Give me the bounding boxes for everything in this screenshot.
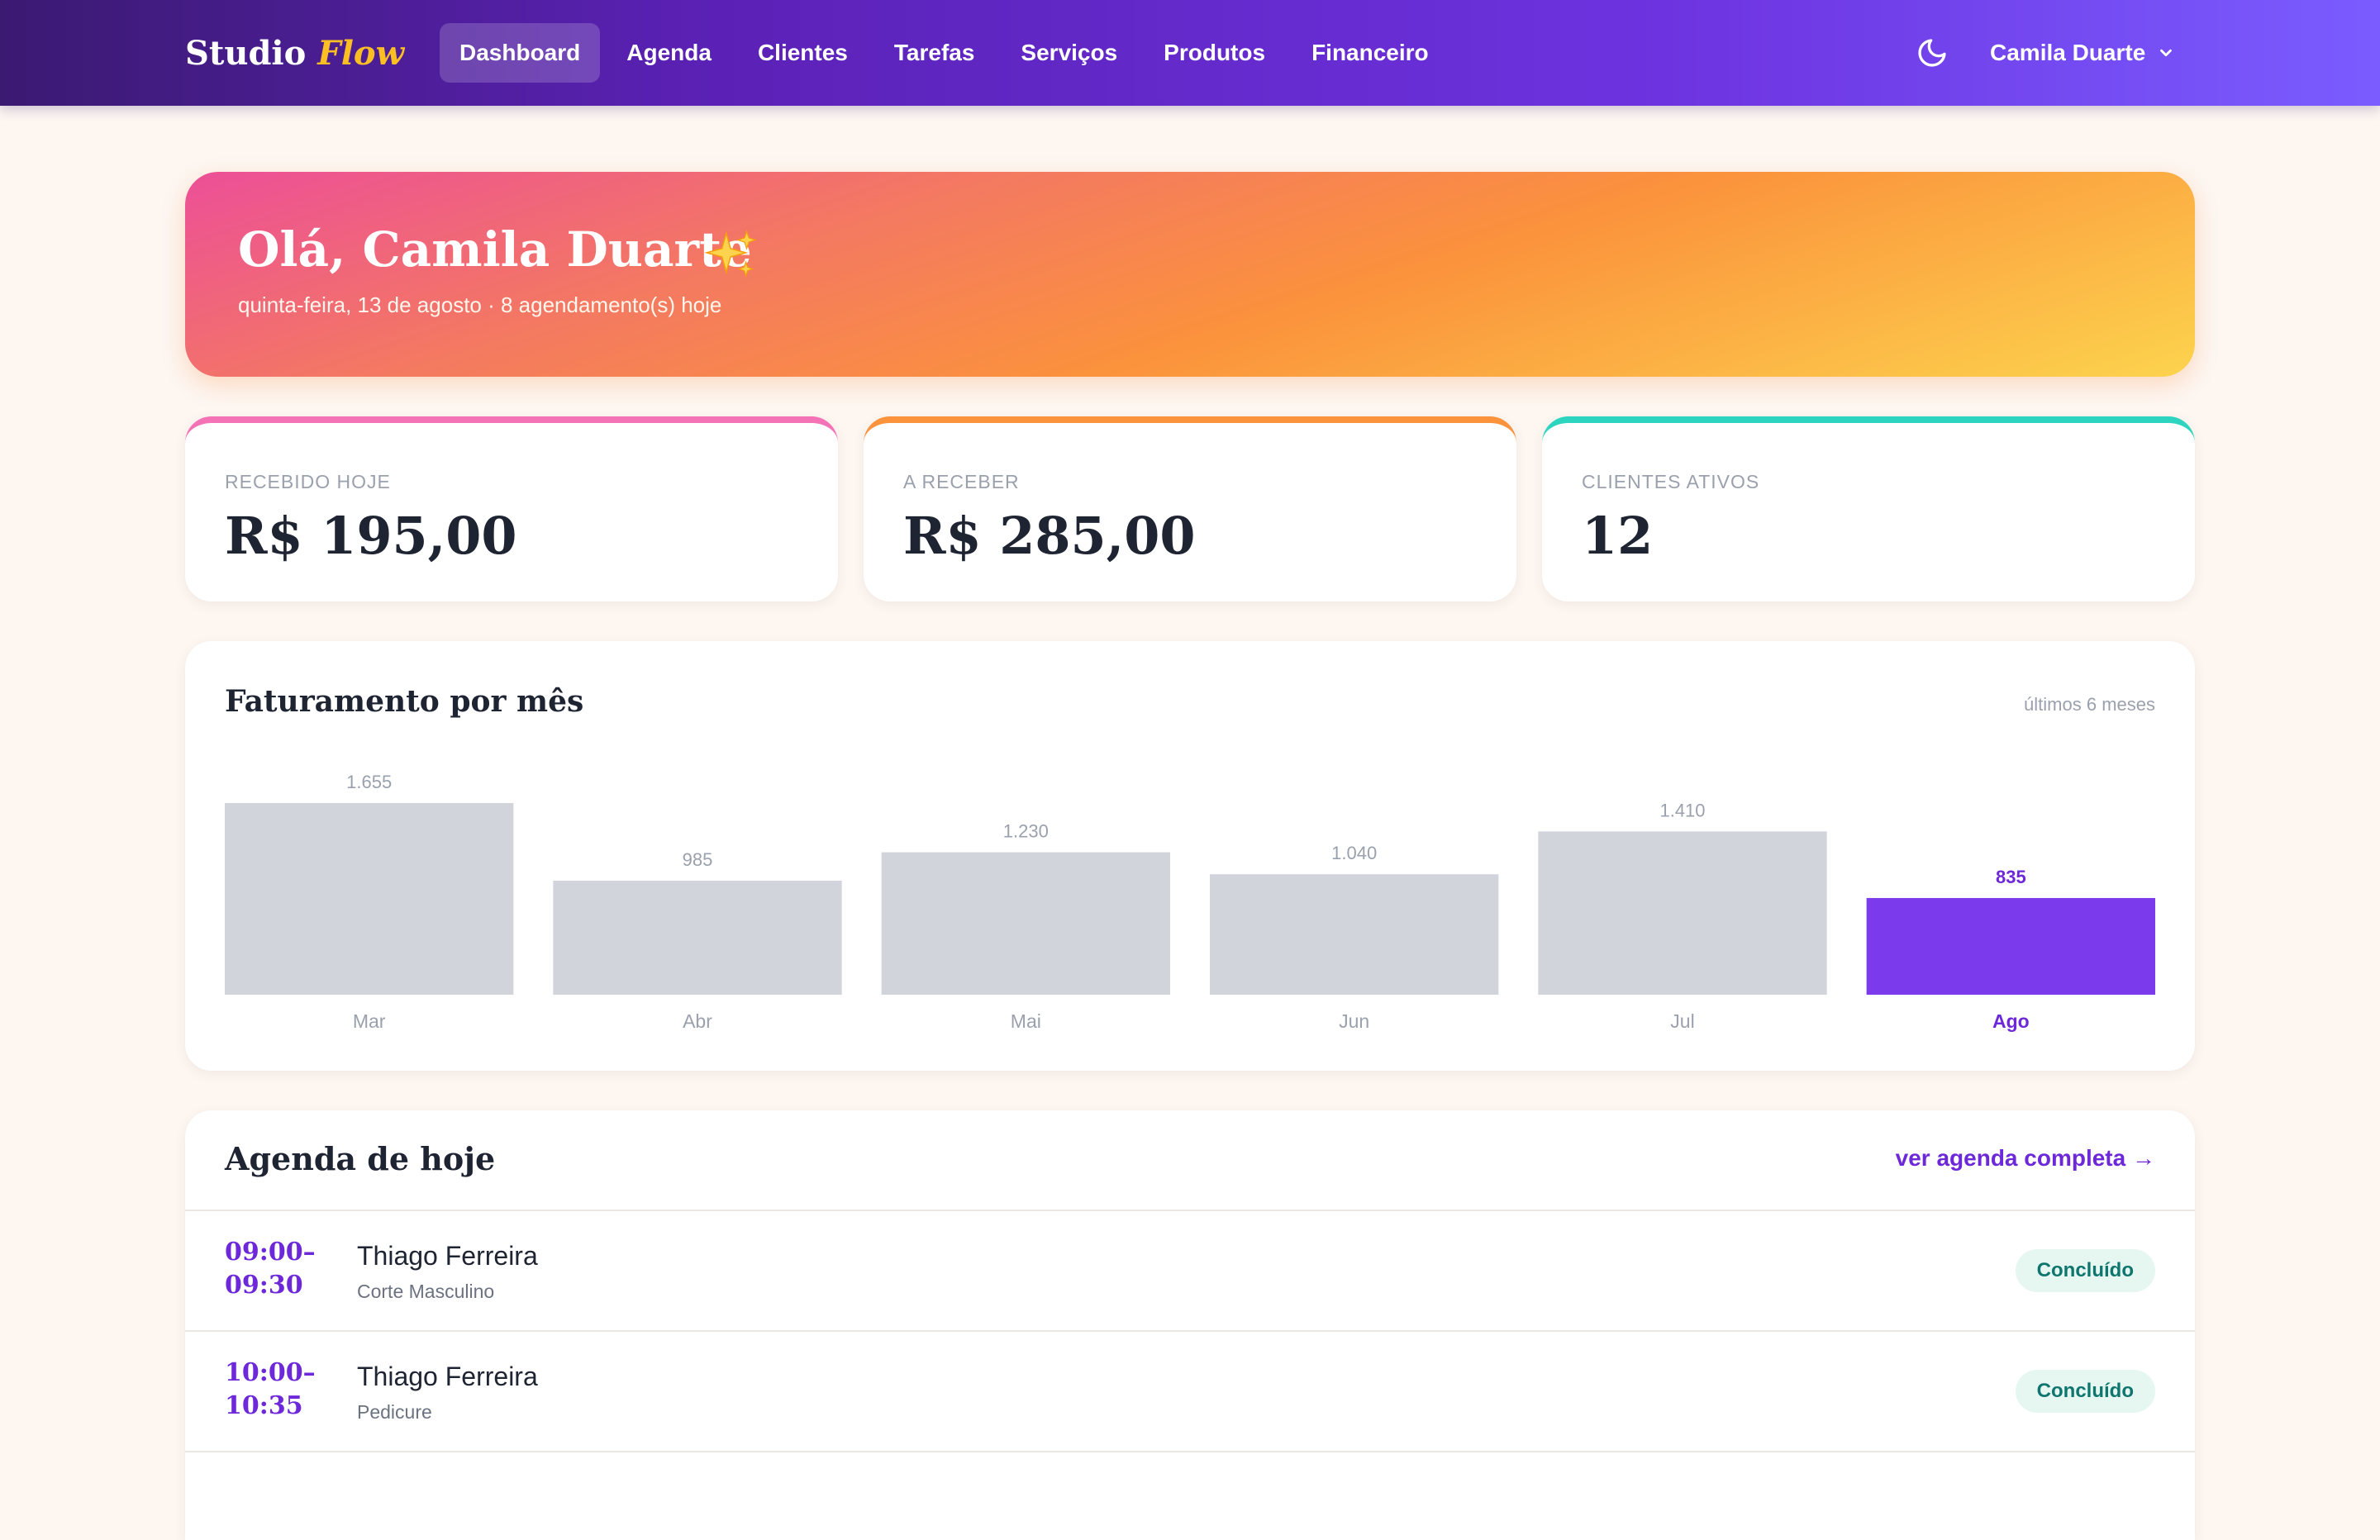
bar-jun (1210, 874, 1499, 995)
stat-card-receivable: A RECEBER R$ 285,00 (864, 416, 1516, 601)
x-tick-label: Jun (1339, 1010, 1369, 1032)
stat-card-received-today: RECEBIDO HOJE R$ 195,00 (185, 416, 838, 601)
bar-value-label: 1.410 (1659, 800, 1705, 820)
stat-label: CLIENTES ATIVOS (1582, 471, 1760, 492)
bar-ago (1866, 897, 2155, 995)
client-name: Thiago Ferreira (357, 1362, 538, 1391)
stat-value: 12 (1582, 506, 1654, 566)
bar-value-label: 1.230 (1003, 821, 1049, 842)
brand-accent: Flow (317, 33, 405, 73)
revenue-chart-card: Faturamento por mês últimos 6 meses 1.65… (185, 641, 2195, 1071)
bar-abr (553, 880, 842, 995)
status-badge: Concluído (2015, 1249, 2155, 1292)
nav-item-financeiro[interactable]: Financeiro (1292, 23, 1449, 83)
nav-item-agenda[interactable]: Agenda (607, 23, 731, 83)
x-tick-label: Jul (1670, 1010, 1694, 1032)
today-agenda-card: Agenda de hoje ver agenda completa → 09:… (185, 1110, 2195, 1540)
stat-label: RECEBIDO HOJE (225, 471, 391, 492)
bar-value-label: 1.040 (1331, 843, 1377, 863)
stat-value: R$ 285,00 (903, 506, 1196, 566)
user-name: Camila Duarte (1990, 40, 2146, 65)
brand-name: Studio (185, 33, 307, 73)
bar-mar (225, 803, 514, 995)
bar-value-label: 985 (683, 849, 713, 870)
main-nav: Dashboard Agenda Clientes Tarefas Serviç… (440, 23, 1455, 83)
bar-jul (1538, 831, 1827, 995)
status-badge: Concluído (2015, 1370, 2155, 1413)
revenue-bar-chart: 1.655 Mar 985 Abr 1.230 Mai 1.040 Jun 1.410 Jul 83… (225, 772, 2155, 1032)
appointment-time: 09:00– 09:30 (225, 1236, 324, 1302)
agenda-item[interactable]: 10:00– 10:35 Thiago Ferreira Pedicure Co… (185, 1332, 2195, 1452)
welcome-title: Olá, Camila Duarte (238, 221, 752, 278)
view-full-agenda-link[interactable]: ver agenda completa → (1896, 1145, 2155, 1172)
nav-item-clientes[interactable]: Clientes (738, 23, 868, 83)
nav-item-servicos[interactable]: Serviços (1001, 23, 1137, 83)
appointment-start: 10:00– (225, 1358, 316, 1387)
x-tick-label: Mar (353, 1010, 386, 1032)
service-name: Pedicure (357, 1401, 432, 1423)
appointment-time: 10:00– 10:35 (225, 1357, 324, 1423)
x-tick-label: Ago (1992, 1010, 2030, 1032)
stat-value: R$ 195,00 (225, 506, 517, 566)
sparkles-icon (704, 230, 757, 278)
nav-item-tarefas[interactable]: Tarefas (874, 23, 995, 83)
welcome-banner: Olá, Camila Duarte quinta-feira, 13 de a… (185, 172, 2195, 377)
agenda-title: Agenda de hoje (225, 1140, 496, 1177)
user-menu[interactable]: Camila Duarte (1990, 30, 2175, 76)
nav-item-produtos[interactable]: Produtos (1144, 23, 1285, 83)
agenda-header: Agenda de hoje ver agenda completa → (185, 1110, 2195, 1211)
top-navbar: Studio Flow Dashboard Agenda Clientes Ta… (0, 0, 2380, 106)
x-tick-label: Abr (683, 1010, 712, 1032)
appointment-start: 09:00– (225, 1238, 316, 1267)
stat-label: A RECEBER (903, 471, 1020, 492)
moon-icon[interactable] (1916, 36, 1949, 69)
nav-item-dashboard[interactable]: Dashboard (440, 23, 601, 83)
x-tick-label: Mai (1011, 1010, 1041, 1032)
appointment-end: 10:35 (225, 1391, 303, 1420)
client-name: Thiago Ferreira (357, 1241, 538, 1271)
bar-value-label: 1.655 (346, 772, 392, 792)
welcome-subtitle: quinta-feira, 13 de agosto · 8 agendamen… (238, 292, 722, 317)
service-name: Corte Masculino (357, 1281, 495, 1302)
brand-logo[interactable]: Studio Flow (185, 30, 404, 76)
agenda-item[interactable]: 09:00– 09:30 Thiago Ferreira Corte Mascu… (185, 1211, 2195, 1332)
bar-value-label: 835 (1996, 867, 2026, 887)
chevron-down-icon (2160, 49, 2173, 57)
bar-mai (881, 852, 1170, 995)
appointment-end: 09:30 (225, 1271, 303, 1300)
stat-card-active-clients: CLIENTES ATIVOS 12 (1542, 416, 2195, 601)
